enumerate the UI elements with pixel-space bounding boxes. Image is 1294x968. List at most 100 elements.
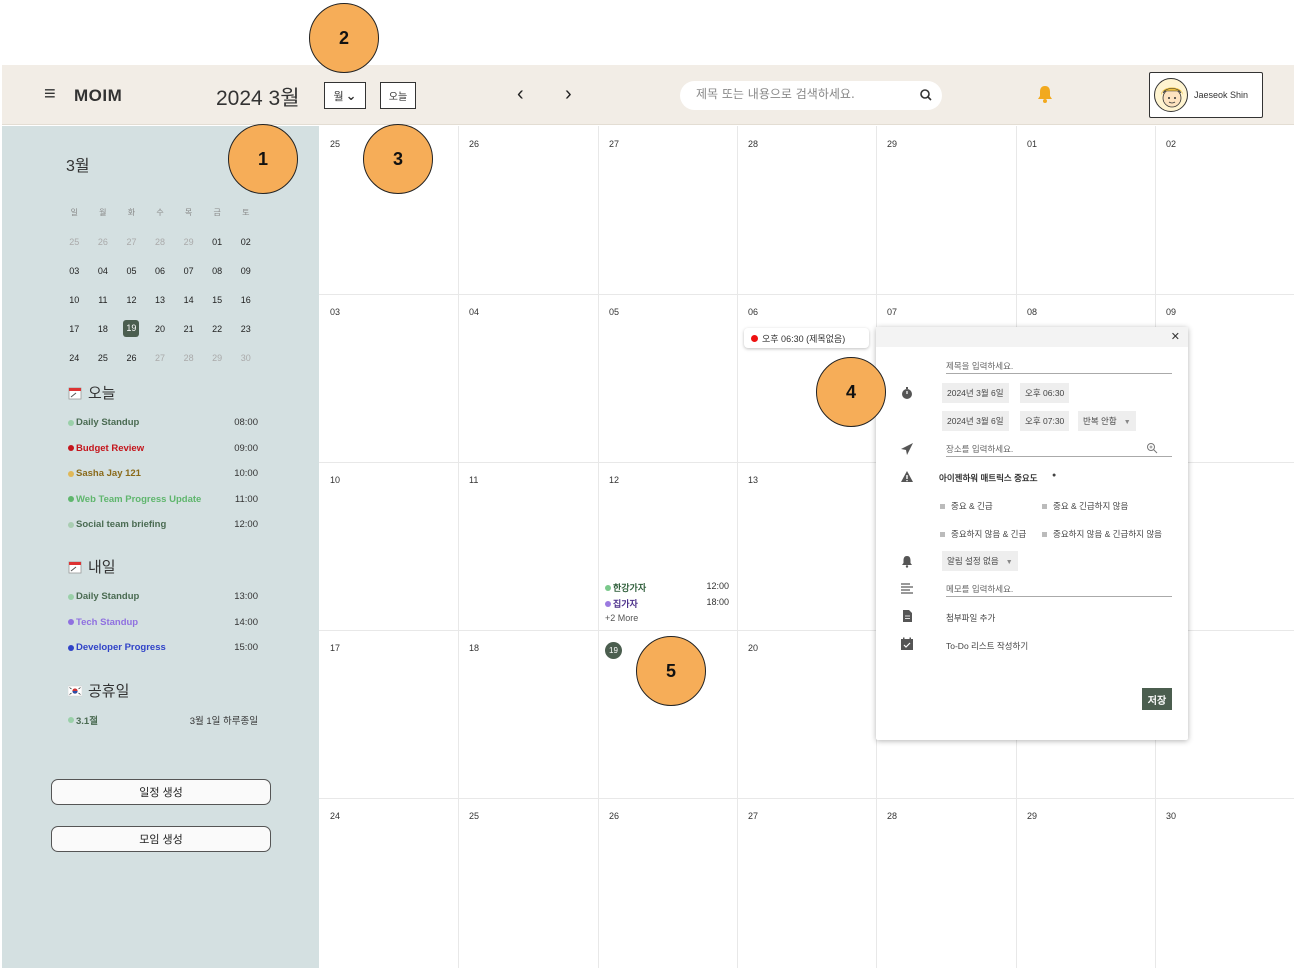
event-item[interactable]: Tech Standup 14:00 bbox=[68, 617, 258, 628]
mini-calendar-day[interactable]: 29 bbox=[203, 353, 232, 363]
day-number[interactable]: 30 bbox=[1166, 811, 1176, 821]
day-number[interactable]: 29 bbox=[1027, 811, 1037, 821]
notification-bell-icon[interactable] bbox=[1036, 84, 1054, 104]
info-icon[interactable]: ● bbox=[1052, 472, 1056, 479]
day-number[interactable]: 07 bbox=[887, 307, 897, 317]
event-item[interactable]: Developer Progress 15:00 bbox=[68, 642, 258, 653]
event-item[interactable]: Budget Review 09:00 bbox=[68, 443, 258, 454]
attach-file-button[interactable]: 첨부파일 추가 bbox=[946, 612, 995, 624]
mini-calendar-day[interactable]: 20 bbox=[146, 324, 175, 334]
calendar-event-item[interactable]: 집가자 18:00 bbox=[605, 597, 729, 610]
mini-calendar-day[interactable]: 05 bbox=[117, 266, 146, 276]
mini-calendar-day[interactable]: 27 bbox=[146, 353, 175, 363]
repeat-select[interactable]: 반복 안함 ▼ bbox=[1078, 411, 1136, 431]
event-item[interactable]: Daily Standup 08:00 bbox=[68, 417, 258, 428]
calendar-event-item[interactable]: 한강가자 12:00 bbox=[605, 581, 729, 594]
save-button[interactable]: 저장 bbox=[1142, 688, 1172, 710]
mini-calendar-day[interactable]: 16 bbox=[231, 295, 260, 305]
event-item[interactable]: Web Team Progress Update 11:00 bbox=[68, 494, 258, 505]
day-number[interactable]: 09 bbox=[1166, 307, 1176, 317]
day-number[interactable]: 29 bbox=[887, 139, 897, 149]
mini-calendar-day[interactable]: 01 bbox=[203, 237, 232, 247]
todo-list-button[interactable]: To-Do 리스트 작성하기 bbox=[946, 640, 1028, 652]
event-item[interactable]: Daily Standup 13:00 bbox=[68, 591, 258, 602]
day-number[interactable]: 03 bbox=[330, 307, 340, 317]
user-profile-button[interactable]: Jaeseok Shin bbox=[1149, 72, 1263, 118]
matrix-option-3[interactable]: 중요하지 않음 & 긴급 bbox=[940, 528, 1026, 540]
mini-calendar-day[interactable]: 08 bbox=[203, 266, 232, 276]
memo-input[interactable]: 메모를 입력하세요. bbox=[946, 583, 1172, 597]
close-icon[interactable]: ✕ bbox=[1171, 330, 1180, 343]
brand-logo[interactable]: MOIM bbox=[74, 86, 122, 106]
event-item[interactable]: Sasha Jay 121 10:00 bbox=[68, 468, 258, 479]
create-group-button[interactable]: 모임 생성 bbox=[51, 826, 271, 852]
event-title-input[interactable]: 제목을 입력하세요. bbox=[946, 360, 1172, 374]
mini-calendar-day[interactable]: 12 bbox=[117, 295, 146, 305]
mini-calendar-day[interactable]: 26 bbox=[117, 353, 146, 363]
mini-calendar-day[interactable]: 22 bbox=[203, 324, 232, 334]
hamburger-menu-icon[interactable]: ≡ bbox=[44, 83, 56, 106]
mini-calendar-day[interactable]: 17 bbox=[60, 324, 89, 334]
zoom-in-icon[interactable] bbox=[1146, 442, 1158, 454]
day-number[interactable]: 11 bbox=[469, 475, 478, 485]
mini-calendar-day[interactable]: 28 bbox=[174, 353, 203, 363]
mini-calendar-day[interactable]: 11 bbox=[89, 295, 118, 305]
mini-calendar-day[interactable]: 23 bbox=[231, 324, 260, 334]
mini-calendar-day[interactable]: 18 bbox=[89, 324, 118, 334]
mini-calendar-day[interactable]: 25 bbox=[89, 353, 118, 363]
day-number[interactable]: 06 bbox=[748, 307, 758, 317]
day-number[interactable]: 28 bbox=[748, 139, 758, 149]
event-item[interactable]: Social team briefing 12:00 bbox=[68, 519, 258, 530]
day-number[interactable]: 28 bbox=[887, 811, 897, 821]
start-date-field[interactable]: 2024년 3월 6일 bbox=[942, 383, 1009, 403]
mini-calendar-day[interactable]: 03 bbox=[60, 266, 89, 276]
mini-calendar-day[interactable]: 28 bbox=[146, 237, 175, 247]
mini-calendar-day[interactable]: 27 bbox=[117, 237, 146, 247]
day-number[interactable]: 27 bbox=[609, 139, 619, 149]
create-schedule-button[interactable]: 일정 생성 bbox=[51, 779, 271, 805]
day-number[interactable]: 25 bbox=[330, 139, 340, 149]
today-button[interactable]: 오늘 bbox=[380, 82, 416, 109]
mini-calendar-day[interactable]: 26 bbox=[89, 237, 118, 247]
mini-calendar-day[interactable]: 24 bbox=[60, 353, 89, 363]
mini-calendar-day[interactable]: 15 bbox=[203, 295, 232, 305]
end-date-field[interactable]: 2024년 3월 6일 bbox=[942, 411, 1009, 431]
event-chip-draft[interactable]: 오후 06:30 (제목없음) bbox=[744, 328, 869, 348]
mini-calendar-day[interactable]: 10 bbox=[60, 295, 89, 305]
day-number[interactable]: 04 bbox=[469, 307, 479, 317]
mini-calendar-day[interactable]: 09 bbox=[231, 266, 260, 276]
day-number[interactable]: 08 bbox=[1027, 307, 1037, 317]
day-number[interactable]: 17 bbox=[330, 643, 340, 653]
matrix-option-2[interactable]: 중요 & 긴급하지 않음 bbox=[1042, 500, 1128, 512]
search-icon[interactable] bbox=[918, 87, 934, 103]
matrix-option-4[interactable]: 중요하지 않음 & 긴급하지 않음 bbox=[1042, 528, 1162, 540]
start-time-field[interactable]: 오후 06:30 bbox=[1020, 383, 1070, 403]
day-number[interactable]: 24 bbox=[330, 811, 340, 821]
event-item[interactable]: 3.1절 3월 1일 하루종일 bbox=[68, 713, 258, 727]
day-number[interactable]: 26 bbox=[609, 811, 619, 821]
alarm-select[interactable]: 알림 설정 없음 ▼ bbox=[942, 551, 1018, 571]
next-month-button[interactable]: › bbox=[565, 83, 572, 106]
mini-calendar-day[interactable]: 29 bbox=[174, 237, 203, 247]
day-number[interactable]: 02 bbox=[1166, 139, 1176, 149]
day-number[interactable]: 25 bbox=[469, 811, 479, 821]
mini-calendar-day[interactable]: 21 bbox=[174, 324, 203, 334]
search-input[interactable] bbox=[696, 87, 906, 101]
mini-calendar-day[interactable]: 07 bbox=[174, 266, 203, 276]
day-number[interactable]: 26 bbox=[469, 139, 479, 149]
view-mode-select[interactable]: 월 ⌄ bbox=[324, 82, 366, 109]
location-input[interactable]: 장소를 입력하세요. bbox=[946, 443, 1172, 457]
mini-calendar-day[interactable]: 04 bbox=[89, 266, 118, 276]
mini-calendar-day[interactable]: 02 bbox=[231, 237, 260, 247]
mini-calendar-day[interactable]: 13 bbox=[146, 295, 175, 305]
day-number[interactable]: 18 bbox=[469, 643, 479, 653]
day-number[interactable]: 27 bbox=[748, 811, 758, 821]
day-number[interactable]: 20 bbox=[748, 643, 758, 653]
mini-calendar-day[interactable]: 19 bbox=[117, 320, 146, 337]
day-number[interactable]: 05 bbox=[609, 307, 619, 317]
mini-calendar-day[interactable]: 14 bbox=[174, 295, 203, 305]
mini-calendar-day[interactable]: 25 bbox=[60, 237, 89, 247]
more-events-link[interactable]: +2 More bbox=[605, 613, 638, 623]
matrix-option-1[interactable]: 중요 & 긴급 bbox=[940, 500, 993, 512]
day-number[interactable]: 01 bbox=[1027, 139, 1037, 149]
